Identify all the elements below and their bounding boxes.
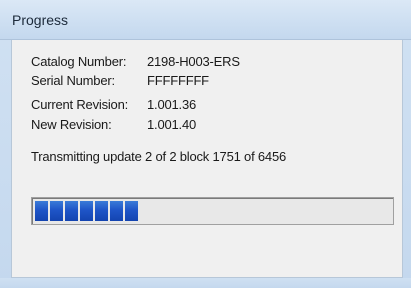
window-frame-left: [0, 40, 11, 288]
title-bar[interactable]: Progress: [0, 0, 411, 40]
current-revision-value: 1.001.36: [147, 97, 197, 112]
progress-dialog: Progress Catalog Number: 2198-H003-ERS S…: [0, 0, 411, 288]
window-title: Progress: [12, 12, 69, 28]
window-frame-bottom: [0, 278, 411, 288]
new-revision-value: 1.001.40: [147, 117, 197, 132]
dialog-content: Catalog Number: 2198-H003-ERS Serial Num…: [11, 40, 403, 278]
progress-block: [80, 201, 93, 221]
catalog-number-label: Catalog Number:: [31, 54, 127, 69]
progress-block: [95, 201, 108, 221]
serial-number-value: FFFFFFFF: [147, 73, 209, 88]
transfer-status-text: Transmitting update 2 of 2 block 1751 of…: [31, 149, 287, 164]
progress-block: [50, 201, 63, 221]
progress-block: [110, 201, 123, 221]
window-frame-right: [403, 40, 411, 288]
progress-bar-fill: [35, 201, 138, 221]
catalog-number-value: 2198-H003-ERS: [147, 54, 240, 69]
new-revision-label: New Revision:: [31, 117, 112, 132]
progress-block: [35, 201, 48, 221]
progress-block: [65, 201, 78, 221]
current-revision-label: Current Revision:: [31, 97, 129, 112]
serial-number-label: Serial Number:: [31, 73, 115, 88]
progress-bar: [31, 197, 394, 225]
progress-block: [125, 201, 138, 221]
